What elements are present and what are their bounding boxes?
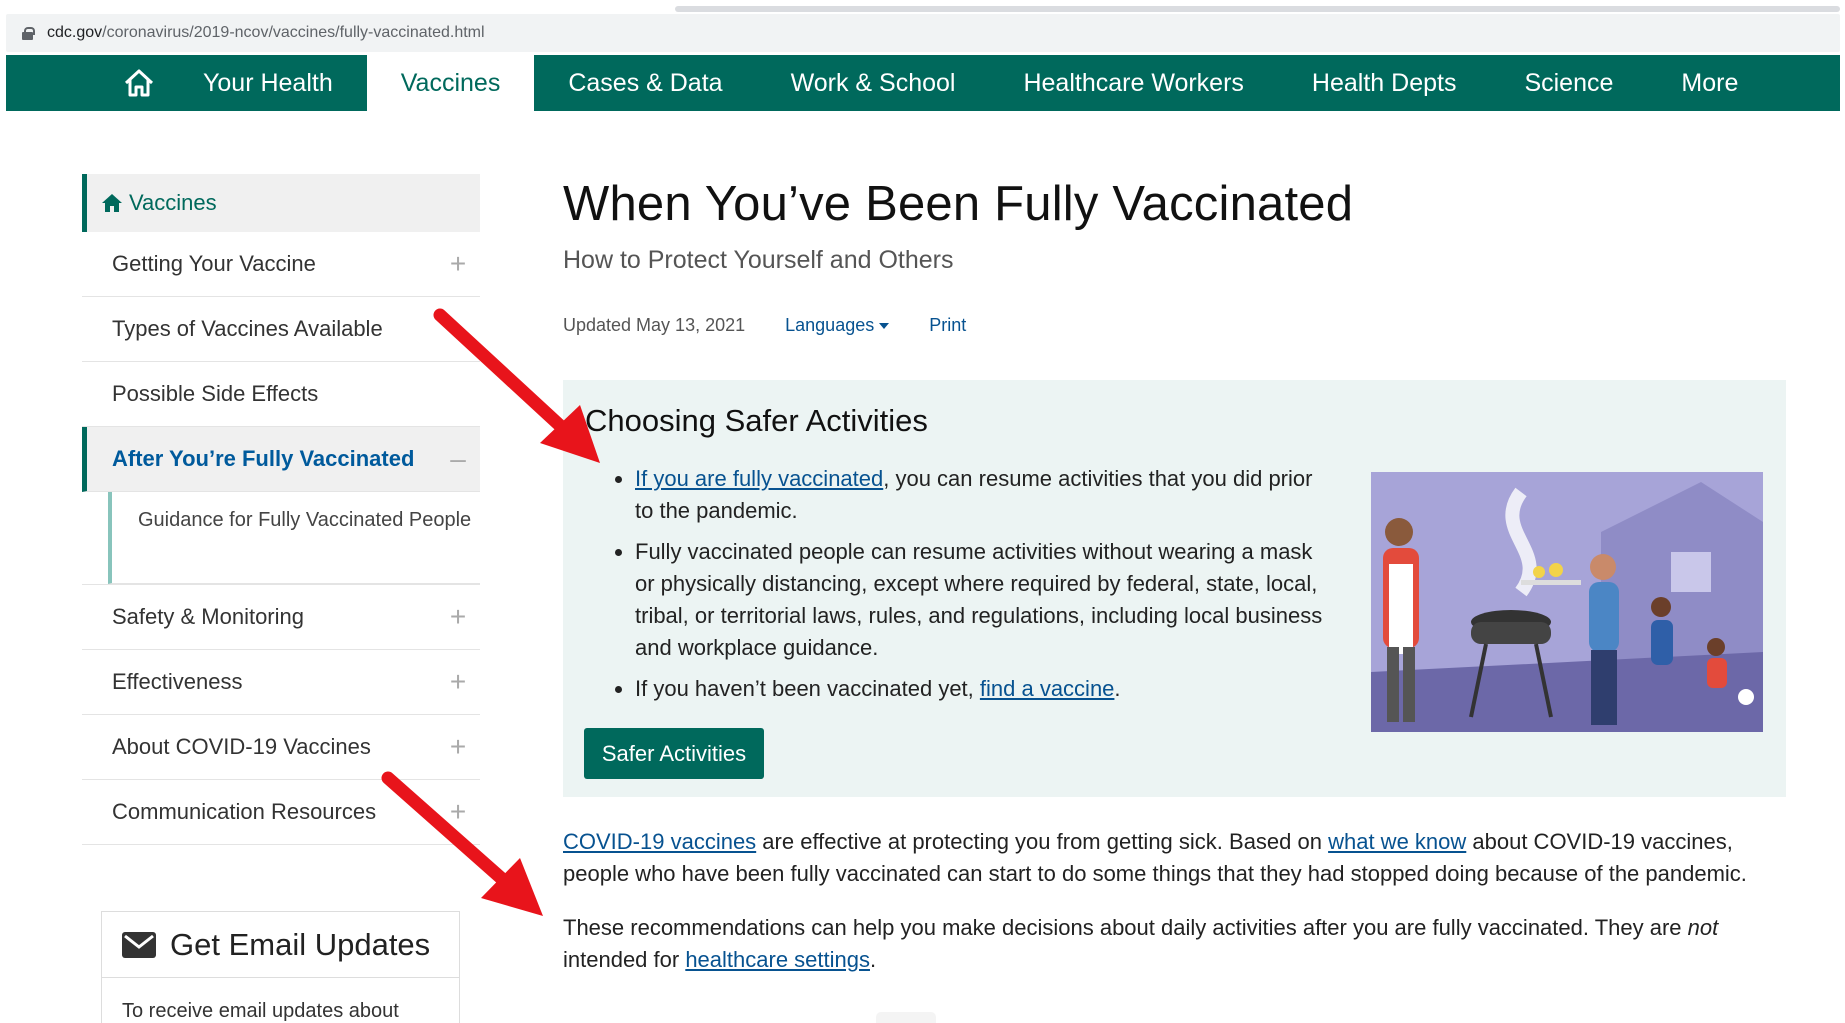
sidebar-item-label: Communication Resources (112, 799, 377, 824)
sidebar-subitem-guidance[interactable]: Guidance for Fully Vaccinated People (108, 492, 480, 584)
sidebar-item-getting-your-vaccine[interactable]: Getting Your Vaccine + (82, 232, 480, 297)
sidebar-item-effectiveness[interactable]: Effectiveness + (82, 650, 480, 715)
scroll-fragment (876, 1012, 936, 1023)
body-text: COVID-19 vaccines are effective at prote… (563, 826, 1803, 998)
list-item: Fully vaccinated people can resume activ… (635, 536, 1335, 664)
sidebar-subitem-wrapper: Guidance for Fully Vaccinated People (82, 492, 480, 585)
sidebar-item-label: Possible Side Effects (112, 381, 319, 406)
sidebar-item-communication-resources[interactable]: Communication Resources + (82, 780, 480, 845)
sidebar-item-safety-monitoring[interactable]: Safety & Monitoring + (82, 585, 480, 650)
expand-icon[interactable]: + (448, 731, 468, 763)
nav-health-depts[interactable]: Health Depts (1278, 55, 1491, 111)
healthcare-settings-link[interactable]: healthcare settings (685, 947, 870, 972)
sidebar-header-label: Vaccines (129, 190, 217, 215)
nav-home[interactable] (89, 55, 189, 111)
home-icon (102, 194, 122, 212)
expand-icon[interactable]: + (448, 601, 468, 633)
what-we-know-link[interactable]: what we know (1328, 829, 1466, 854)
envelope-icon (122, 931, 156, 958)
safer-activities-callout: Choosing Safer Activities If you are ful… (563, 380, 1786, 797)
email-updates-header: Get Email Updates (102, 912, 459, 978)
nav-your-health[interactable]: Your Health (189, 55, 367, 111)
nav-science[interactable]: Science (1490, 55, 1647, 111)
sidebar-item-label: After You’re Fully Vaccinated (112, 446, 415, 471)
safer-activities-button[interactable]: Safer Activities (584, 728, 764, 779)
sidebar: Vaccines Getting Your Vaccine + Types of… (82, 174, 480, 845)
page-title: When You’ve Been Fully Vaccinated (563, 177, 1354, 231)
nav-work-school[interactable]: Work & School (757, 55, 990, 111)
nav-healthcare-workers[interactable]: Healthcare Workers (989, 55, 1277, 111)
main-navigation: Your Health Vaccines Cases & Data Work &… (6, 55, 1840, 111)
nav-vaccines[interactable]: Vaccines (366, 55, 535, 111)
lock-icon (22, 26, 35, 40)
nav-cases-data[interactable]: Cases & Data (534, 55, 756, 111)
main-content: When You’ve Been Fully Vaccinated How to… (563, 176, 1786, 972)
sidebar-item-label: Safety & Monitoring (112, 604, 304, 629)
sidebar-item-label: Types of Vaccines Available (112, 316, 383, 341)
list-item: If you are fully vaccinated, you can res… (635, 463, 1335, 527)
sidebar-item-side-effects[interactable]: Possible Side Effects (82, 362, 480, 427)
page-subtitle: How to Protect Yourself and Others (563, 246, 954, 274)
paragraph: COVID-19 vaccines are effective at prote… (563, 829, 1747, 886)
callout-heading: Choosing Safer Activities (585, 403, 928, 438)
sidebar-item-types-of-vaccines[interactable]: Types of Vaccines Available (82, 297, 480, 362)
fully-vaccinated-link[interactable]: If you are fully vaccinated (635, 466, 883, 491)
print-link[interactable]: Print (929, 315, 966, 336)
family-barbecue-illustration (1371, 472, 1763, 732)
page-meta: Updated May 13, 2021 Languages Print (563, 315, 1786, 336)
nav-more[interactable]: More (1647, 55, 1772, 111)
email-updates-box: Get Email Updates To receive email updat… (101, 911, 460, 1023)
collapse-icon[interactable]: – (448, 443, 468, 475)
expand-icon[interactable]: + (448, 666, 468, 698)
sidebar-item-label: Getting Your Vaccine (112, 251, 316, 276)
sidebar-item-about-covid-vaccines[interactable]: About COVID-19 Vaccines + (82, 715, 480, 780)
email-updates-title: Get Email Updates (170, 926, 431, 962)
expand-icon[interactable]: + (448, 796, 468, 828)
email-updates-text: To receive email updates about (122, 1000, 399, 1022)
caret-down-icon (879, 322, 890, 329)
updated-date: Updated May 13, 2021 (563, 315, 746, 335)
sidebar-header[interactable]: Vaccines (82, 174, 480, 232)
languages-dropdown[interactable]: Languages (785, 315, 890, 336)
sidebar-item-after-fully-vaccinated[interactable]: After You’re Fully Vaccinated – (82, 427, 480, 492)
url-text[interactable]: cdc.gov/coronavirus/2019-ncov/vaccines/f… (47, 24, 485, 42)
address-bar[interactable]: cdc.gov/coronavirus/2019-ncov/vaccines/f… (6, 14, 1840, 52)
sidebar-item-label: Effectiveness (112, 669, 243, 694)
callout-list: If you are fully vaccinated, you can res… (635, 463, 1335, 714)
browser-tab-strip (675, 6, 1840, 12)
sidebar-item-label: About COVID-19 Vaccines (112, 734, 371, 759)
expand-icon[interactable]: + (448, 248, 468, 280)
home-icon (124, 69, 154, 97)
list-item: If you haven’t been vaccinated yet, find… (635, 673, 1335, 705)
covid-vaccines-link[interactable]: COVID-19 vaccines (563, 829, 756, 854)
find-vaccine-link[interactable]: find a vaccine (980, 676, 1115, 701)
paragraph: These recommendations can help you make … (563, 915, 1719, 972)
